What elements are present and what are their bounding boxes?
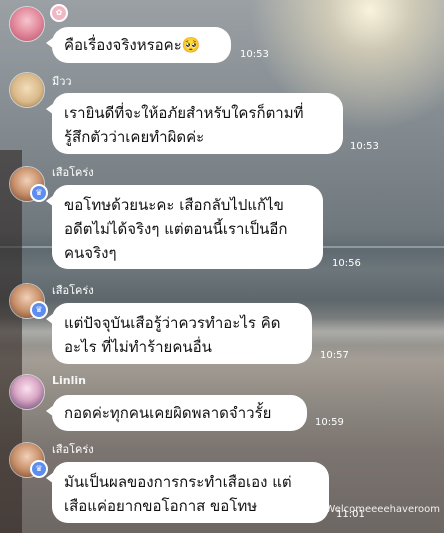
message-time: 10:56	[332, 258, 361, 269]
sender-name: เสือโคร่ง	[52, 443, 94, 456]
avatar[interactable]	[9, 374, 45, 410]
avatar-image	[10, 73, 44, 107]
message-time: 10:59	[315, 417, 344, 428]
message-bubble[interactable]: แต่ปัจจุบันเสือรู้ว่าควรทำอะไร คิด อะไร …	[46, 303, 312, 364]
message-bubble[interactable]: ขอโทษด้วยนะคะ เสือกลับไปแก้ไข อดีตไม่ได้…	[46, 185, 323, 269]
message-bubble[interactable]: มันเป็นผลของการกระทำเสือเอง แต่ เสือแค่อ…	[46, 462, 329, 523]
message-time: 10:53	[240, 49, 269, 60]
sender-name: เสือโคร่ง	[52, 284, 94, 297]
avatar[interactable]	[9, 72, 45, 108]
message-time: 10:57	[320, 350, 349, 361]
avatar-image	[10, 375, 44, 409]
watermark-text: Welcomeeeehaveroom	[325, 504, 440, 515]
sender-name: เสือโคร่ง	[52, 166, 94, 179]
message-bubble[interactable]: กอดค่ะทุกคนเคยผิดพลาดจำวรั้ย	[46, 395, 307, 431]
flower-badge-icon: ✿	[50, 4, 68, 22]
sender-name: Linlin	[52, 374, 86, 387]
message-time: 10:53	[350, 141, 379, 152]
sender-name: มีวว	[52, 75, 72, 88]
avatar-image	[10, 7, 44, 41]
message-bubble[interactable]: เรายินดีที่จะให้อภัยสำหรับใครก็ตามที่ รู…	[46, 93, 343, 154]
avatar[interactable]	[9, 6, 45, 42]
message-bubble[interactable]: คือเรื่องจริงหรอคะ🥺	[46, 27, 231, 63]
